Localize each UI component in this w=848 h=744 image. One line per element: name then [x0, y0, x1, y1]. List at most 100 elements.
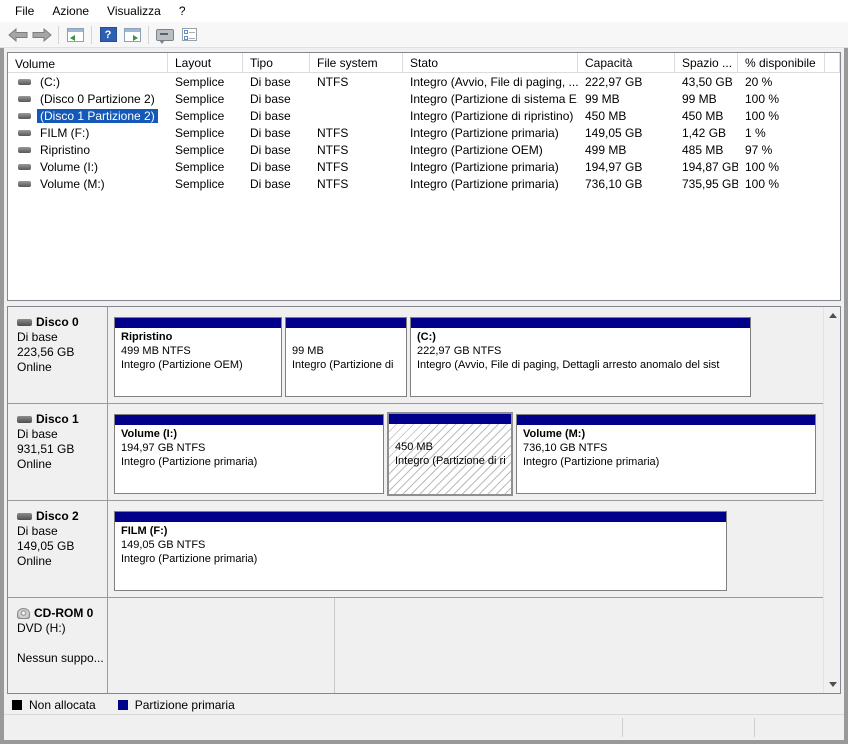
- disk-label-disco-2[interactable]: Disco 2 Di base 149,05 GB Online: [8, 501, 108, 597]
- disk-graphic-area: FILM (F:) 149,05 GB NTFS Integro (Partizio…: [108, 501, 823, 597]
- window-frame-bottom: [0, 740, 848, 744]
- partition-volume-m[interactable]: Volume (M:) 736,10 GB NTFS Integro (Partiz…: [516, 414, 816, 494]
- empty-media-divider: [334, 598, 335, 693]
- volume-name: (Disco 1 Partizione 2): [37, 108, 158, 123]
- volume-name: Volume (I:): [40, 159, 99, 174]
- table-row[interactable]: (Disco 0 Partizione 2) Semplice Di base …: [8, 90, 840, 107]
- partition-volume-i[interactable]: Volume (I:) 194,97 GB NTFS Integro (Partiz…: [114, 414, 384, 494]
- menu-file[interactable]: File: [6, 1, 43, 21]
- legend-unallocated-label: Non allocata: [29, 698, 96, 712]
- partition-color-strip: [115, 415, 383, 425]
- status-bar: [4, 714, 844, 740]
- legend-primary-label: Partizione primaria: [134, 698, 235, 712]
- partition-ripristino[interactable]: Ripristino 499 MB NTFS Integro (Partizione…: [114, 317, 282, 397]
- column-header-filesystem[interactable]: File system: [310, 53, 403, 72]
- column-header-volume[interactable]: Volume: [8, 53, 168, 72]
- partition-efi-system[interactable]: 99 MB Integro (Partizione di: [285, 317, 407, 397]
- volume-name: (Disco 0 Partizione 2): [40, 91, 155, 106]
- partition-c-drive[interactable]: (C:) 222,97 GB NTFS Integro (Avvio, File d…: [410, 317, 751, 397]
- volume-name: Ripristino: [40, 142, 91, 157]
- volume-list-header: Volume Layout Tipo File system Stato Cap…: [8, 53, 840, 73]
- table-row[interactable]: Ripristino Semplice Di base NTFS Integro…: [8, 141, 840, 158]
- toolbar-separator: [91, 25, 92, 44]
- window-frame-left: [0, 48, 4, 744]
- show-action-pane-button[interactable]: [120, 24, 144, 46]
- disk-label-disco-1[interactable]: Disco 1 Di base 931,51 GB Online: [8, 404, 108, 500]
- disk-icon: [17, 416, 32, 423]
- table-row-selected[interactable]: (Disco 1 Partizione 2) Semplice Di base …: [8, 107, 840, 124]
- column-header-layout[interactable]: Layout: [168, 53, 243, 72]
- disk-row-cdrom-0: CD-ROM 0 DVD (H:) Nessun suppo...: [8, 598, 823, 693]
- cd-icon: [17, 608, 30, 619]
- partition-color-strip: [115, 318, 281, 328]
- disk-graphic-area: [108, 598, 823, 693]
- scroll-down-icon[interactable]: [824, 676, 840, 693]
- menu-visualizza[interactable]: Visualizza: [98, 1, 170, 21]
- disk-graphic-area: Ripristino 499 MB NTFS Integro (Partizione…: [108, 307, 823, 403]
- toolbar: ?: [0, 22, 848, 48]
- table-row[interactable]: Volume (I:) Semplice Di base NTFS Integr…: [8, 158, 840, 175]
- table-row[interactable]: (C:) Semplice Di base NTFS Integro (Avvi…: [8, 73, 840, 90]
- volume-name: Volume (M:): [40, 176, 105, 191]
- screen-tip-icon: [156, 28, 174, 44]
- forward-button[interactable]: [30, 24, 54, 46]
- volume-icon: [18, 129, 31, 136]
- menu-help[interactable]: ?: [170, 1, 195, 21]
- volume-name: (C:): [40, 74, 60, 89]
- status-separator: [622, 718, 623, 737]
- graphical-view-pane: Disco 0 Di base 223,56 GB Online Riprist…: [7, 306, 841, 694]
- action-pane-icon: [123, 27, 141, 42]
- disk-label-cdrom-0[interactable]: CD-ROM 0 DVD (H:) Nessun suppo...: [8, 598, 108, 693]
- volume-name: FILM (F:): [40, 125, 90, 140]
- disk-label-disco-0[interactable]: Disco 0 Di base 223,56 GB Online: [8, 307, 108, 403]
- show-console-tree-button[interactable]: [63, 24, 87, 46]
- disk-management-window: File Azione Visualizza ? ? Volume Layout…: [0, 0, 848, 744]
- customize-view-button[interactable]: [177, 24, 201, 46]
- column-header-filler: [825, 53, 840, 72]
- legend-bar: Non allocata Partizione primaria: [4, 696, 844, 714]
- volume-icon: [18, 112, 31, 119]
- help-button[interactable]: ?: [96, 24, 120, 46]
- partition-color-strip: [286, 318, 406, 328]
- partition-recovery-selected[interactable]: 450 MB Integro (Partizione di ri: [387, 412, 513, 496]
- disk-icon: [17, 319, 32, 326]
- column-header-capacita[interactable]: Capacità: [578, 53, 675, 72]
- column-header-tipo[interactable]: Tipo: [243, 53, 310, 72]
- disk-row-disco-2: Disco 2 Di base 149,05 GB Online FILM (F…: [8, 501, 823, 598]
- vertical-scrollbar[interactable]: [823, 307, 840, 693]
- partition-color-strip: [115, 512, 726, 522]
- menu-bar: File Azione Visualizza ?: [0, 0, 848, 22]
- partition-film-f[interactable]: FILM (F:) 149,05 GB NTFS Integro (Partizio…: [114, 511, 727, 591]
- scroll-up-icon[interactable]: [824, 307, 840, 324]
- toolbar-separator: [58, 25, 59, 44]
- legend-primary-swatch: [117, 700, 128, 710]
- column-header-spazio[interactable]: Spazio ...: [675, 53, 738, 72]
- screen-tip-button[interactable]: [153, 24, 177, 46]
- volume-icon: [18, 146, 31, 153]
- disk-row-disco-0: Disco 0 Di base 223,56 GB Online Riprist…: [8, 307, 823, 404]
- checklist-icon: [181, 28, 197, 41]
- volume-list-pane: Volume Layout Tipo File system Stato Cap…: [7, 52, 841, 301]
- disk-row-disco-1: Disco 1 Di base 931,51 GB Online Volume …: [8, 404, 823, 501]
- toolbar-separator: [148, 25, 149, 44]
- partition-color-strip: [517, 415, 815, 425]
- partition-color-strip: [389, 414, 511, 424]
- table-row[interactable]: Volume (M:) Semplice Di base NTFS Integr…: [8, 175, 840, 192]
- volume-icon: [18, 180, 31, 187]
- back-button[interactable]: [6, 24, 30, 46]
- disk-graphic-area: Volume (I:) 194,97 GB NTFS Integro (Partiz…: [108, 404, 823, 500]
- partition-color-strip: [411, 318, 750, 328]
- status-separator: [754, 718, 755, 737]
- column-header-stato[interactable]: Stato: [403, 53, 578, 72]
- console-tree-icon: [66, 27, 84, 42]
- help-icon: ?: [99, 27, 117, 42]
- volume-icon: [18, 78, 31, 85]
- table-row[interactable]: FILM (F:) Semplice Di base NTFS Integro …: [8, 124, 840, 141]
- legend-unallocated-swatch: [12, 700, 22, 710]
- forward-arrow-icon: [32, 27, 52, 42]
- disk-icon: [17, 513, 32, 520]
- volume-icon: [18, 95, 31, 102]
- column-header-disponibile[interactable]: % disponibile: [738, 53, 825, 72]
- back-arrow-icon: [8, 27, 28, 42]
- menu-azione[interactable]: Azione: [43, 1, 98, 21]
